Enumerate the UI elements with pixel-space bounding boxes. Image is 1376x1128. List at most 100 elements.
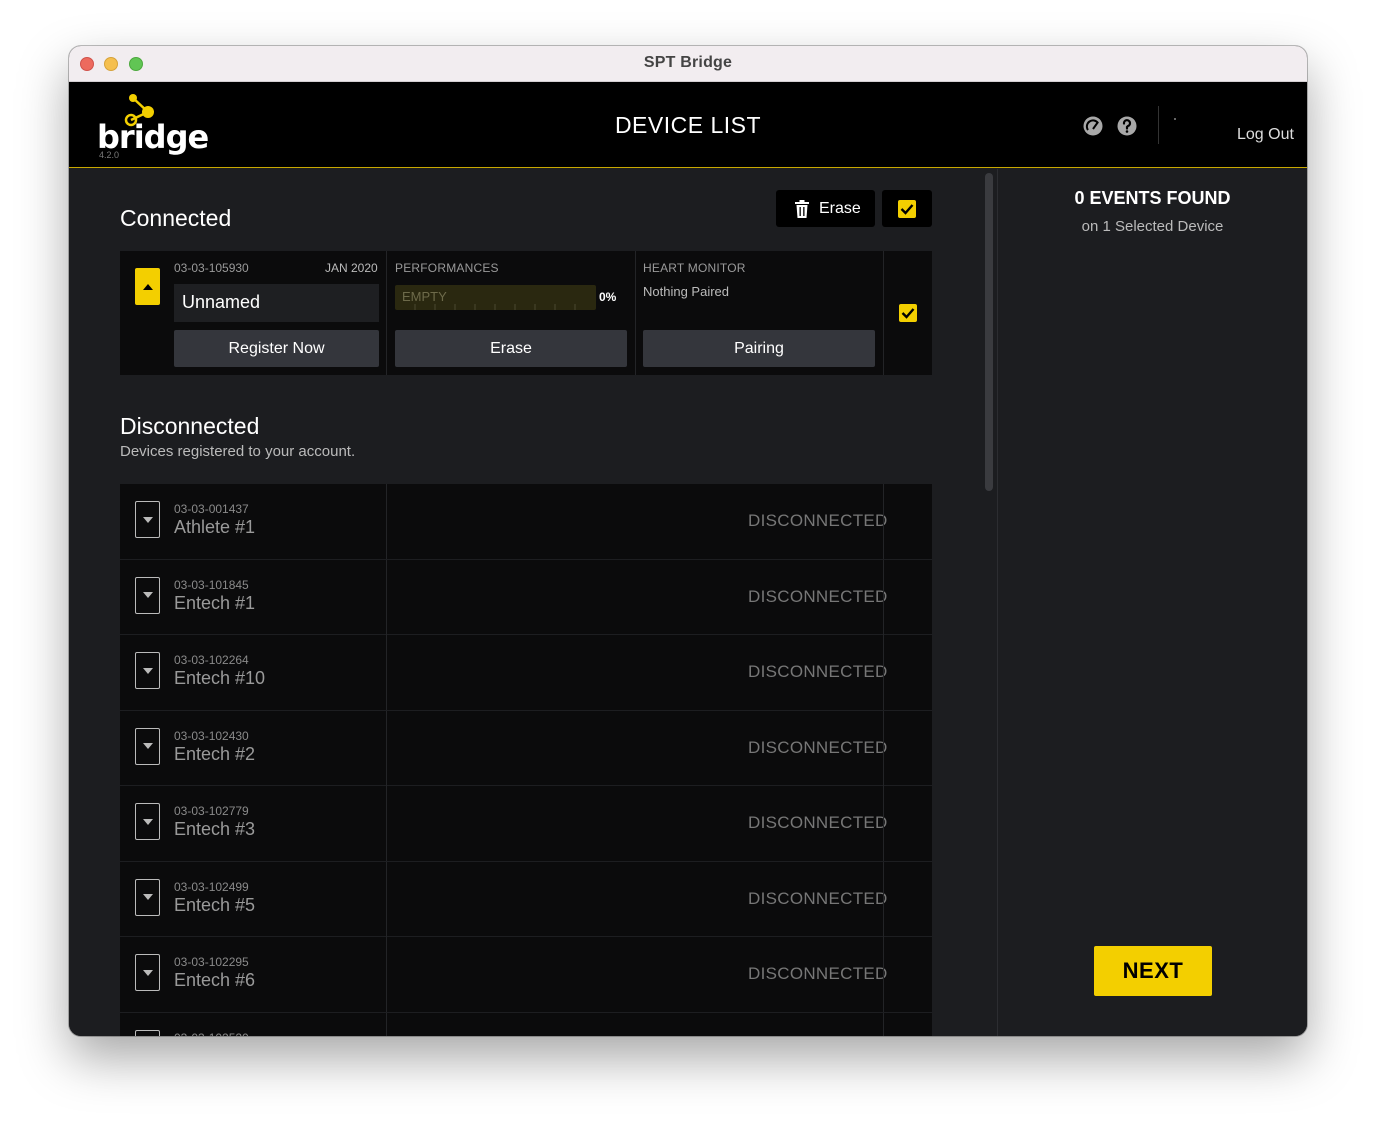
list-item[interactable]: 03-03-102430 Entech #2 DISCONNECTED [120,710,932,786]
list-item[interactable]: 03-03-102520 [120,1012,932,1037]
device-serial: 03-03-102520 [174,1031,249,1037]
column-divider [883,861,884,937]
speedometer-icon[interactable] [1082,115,1104,137]
list-item[interactable]: 03-03-102499 Entech #5 DISCONNECTED [120,861,932,937]
events-panel: 0 EVENTS FOUND on 1 Selected Device NEXT [998,169,1307,1036]
list-item[interactable]: 03-03-001437 Athlete #1 DISCONNECTED [120,484,932,560]
column-divider [883,251,884,375]
device-status: DISCONNECTED [748,662,888,681]
app-version: 4.2.0 [99,150,120,160]
logout-link[interactable]: Log Out [1237,126,1294,144]
list-item[interactable]: 03-03-101845 Entech #1 DISCONNECTED [120,559,932,635]
device-name: Entech #1 [174,592,256,613]
erase-all-label: Erase [819,199,861,217]
column-divider [386,937,387,1012]
list-item[interactable]: 03-03-102295 Entech #6 DISCONNECTED [120,937,932,1013]
device-serial: 03-03-102430 [174,728,249,743]
erase-all-button[interactable]: Erase [776,190,875,227]
next-button[interactable]: NEXT [1094,946,1212,996]
window-title: SPT Bridge [643,54,733,71]
expand-device-button[interactable] [135,576,160,614]
events-found-title: 0 EVENTS FOUND [1074,188,1231,208]
caret-down-icon [142,969,153,976]
heart-monitor-status: Nothing Paired [643,284,729,299]
expand-device-button[interactable] [135,1029,160,1036]
column-divider [386,251,387,375]
device-status: DISCONNECTED [748,511,888,530]
column-divider [883,484,884,559]
column-divider [386,484,387,559]
column-divider [883,937,884,1012]
app-header: bridge 4.2.0 DEVICE LIST Log Out [69,82,1307,168]
device-name: Entech #5 [174,894,256,915]
device-list-scrollbar[interactable] [985,173,993,491]
pairing-button[interactable]: Pairing [643,330,875,367]
device-name: Entech #6 [174,970,256,990]
column-divider [883,786,884,861]
select-all-checkbox[interactable] [882,190,932,227]
connected-section-title: Connected [120,205,232,231]
trash-icon [795,199,809,218]
device-serial: 03-03-101845 [174,577,249,592]
caret-down-icon [142,743,153,749]
expand-device-button[interactable] [135,803,160,840]
user-avatar [1174,118,1176,120]
check-icon [898,199,916,218]
events-found-subtitle: on 1 Selected Device [1081,218,1224,235]
device-status: DISCONNECTED [748,964,888,983]
device-status: DISCONNECTED [748,737,888,757]
expand-device-button[interactable] [135,652,160,689]
device-name-field[interactable]: Unnamed [174,284,379,322]
storage-bar: EMPTY [395,285,596,310]
column-divider [883,1012,884,1036]
device-name: Entech #2 [174,743,256,764]
caret-down-icon [142,894,153,900]
device-status: DISCONNECTED [748,813,888,832]
performances-label: PERFORMANCES [395,261,499,275]
expand-device-button[interactable] [135,878,160,916]
device-status: DISCONNECTED [748,888,888,908]
caret-down-icon [142,592,153,598]
device-serial: 03-03-102295 [174,955,249,969]
app-window: SPT Bridge bridge 4.2.0 DEVICE LIST Log … [69,46,1307,1036]
disconnected-subtitle: Devices registered to your account. [120,443,356,460]
register-now-button[interactable]: Register Now [174,330,379,367]
collapse-device-button[interactable] [135,268,160,305]
expand-device-button[interactable] [135,727,160,765]
check-icon [901,308,915,319]
column-divider [386,786,387,861]
erase-device-button[interactable]: Erase [395,330,627,367]
expand-device-button[interactable] [135,954,160,991]
device-name: Athlete #1 [174,517,256,537]
list-item[interactable]: 03-03-102264 Entech #10 DISCONNECTED [120,635,932,711]
help-icon[interactable] [1116,115,1138,137]
caret-down-icon [142,516,153,523]
header-divider [1158,106,1159,144]
column-divider [883,559,884,635]
disconnected-device-list: 03-03-001437 Athlete #1 DISCONNECTED 03-… [120,484,932,1036]
column-divider [386,710,387,786]
column-divider [386,559,387,635]
column-divider [635,251,636,375]
heart-monitor-label: HEART MONITOR [643,261,746,275]
title-bar: SPT Bridge [69,46,1307,82]
column-divider [386,635,387,710]
device-status: DISCONNECTED [748,586,888,606]
device-select-checkbox[interactable] [899,304,917,322]
storage-percent: 0% [599,290,617,304]
list-item[interactable]: 03-03-102779 Entech #3 DISCONNECTED [120,786,932,862]
column-divider [883,635,884,710]
storage-empty-text: EMPTY [402,289,447,304]
connected-device-card: 03-03-105930 JAN 2020 Unnamed Register N… [120,251,932,375]
caret-up-icon [142,283,153,290]
expand-device-button[interactable] [135,501,160,538]
device-serial: 03-03-102779 [174,804,249,818]
column-divider [386,1012,387,1036]
device-name: Entech #10 [174,668,266,688]
caret-down-icon [142,818,153,825]
device-serial: 03-03-105930 [174,261,249,275]
device-list-panel: Connected Erase 03-03-105930 JAN 2020 Un… [69,169,997,1036]
disconnected-section-title: Disconnected [120,413,260,439]
device-serial: 03-03-102499 [174,879,249,894]
device-serial: 03-03-001437 [174,502,249,516]
